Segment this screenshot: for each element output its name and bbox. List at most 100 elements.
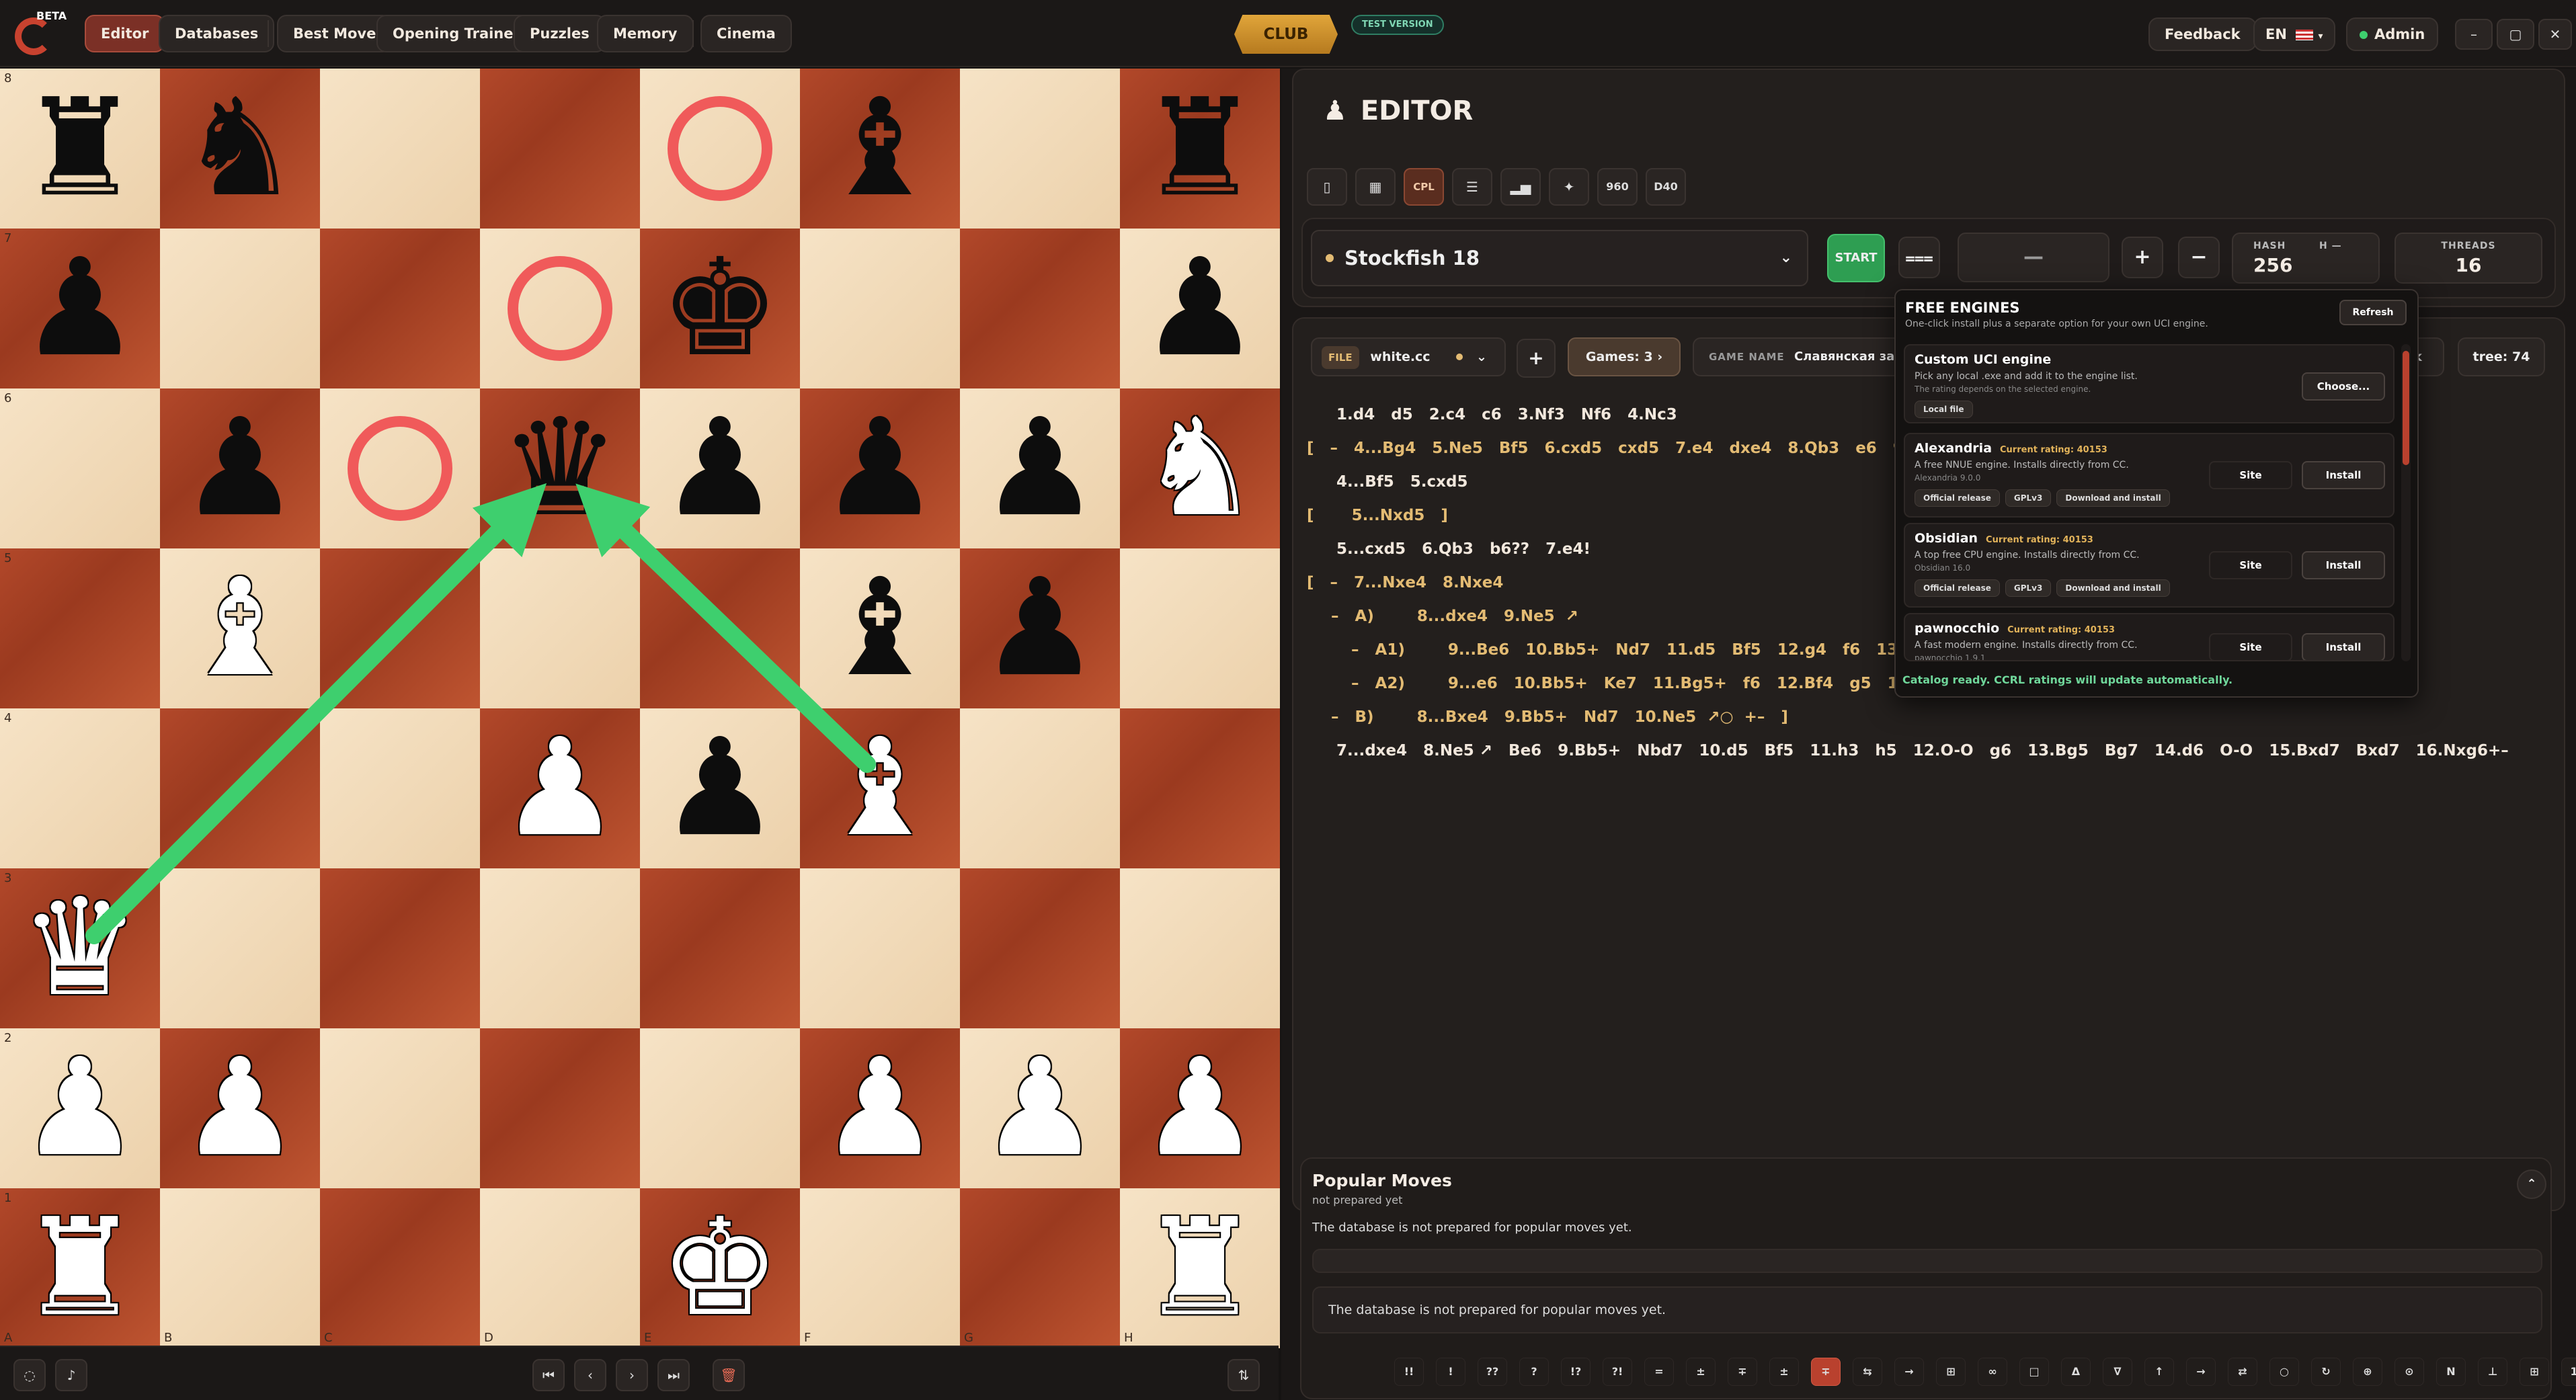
annotation-button[interactable]: ⇆ (1853, 1358, 1882, 1386)
club-button[interactable]: CLUB (1234, 15, 1338, 54)
site-button[interactable]: Site (2209, 551, 2292, 579)
square-e5[interactable] (640, 548, 800, 708)
square-d2[interactable] (480, 1028, 640, 1188)
engine-select[interactable]: Stockfish 18 ⌄ (1311, 230, 1808, 286)
annotation-button[interactable]: ⇄ (2228, 1358, 2257, 1386)
white-rook-icon[interactable]: ♜ (1120, 1188, 1280, 1348)
minimize-button[interactable]: – (2455, 19, 2493, 50)
square-d3[interactable] (480, 868, 640, 1028)
annotation-button[interactable]: ↻ (2311, 1358, 2341, 1386)
annotation-button[interactable]: ⊥ (2478, 1358, 2507, 1386)
square-a6[interactable] (0, 388, 160, 548)
feedback-button[interactable]: Feedback (2148, 17, 2257, 51)
square-g1[interactable] (960, 1188, 1120, 1348)
chart-icon[interactable]: ▂▅ (1500, 168, 1541, 206)
black-rook-icon[interactable]: ♜ (1120, 69, 1280, 229)
annotation-button[interactable]: ↑ (2144, 1358, 2174, 1386)
black-king-icon[interactable]: ♚ (640, 229, 800, 388)
move-line[interactable]: 5...cxd5 6.Qb3 b6?? 7.e4! (1336, 540, 1591, 558)
scrollbar-thumb[interactable] (2403, 351, 2409, 465)
square-c2[interactable] (320, 1028, 480, 1188)
annotation-button[interactable]: ± (1686, 1358, 1716, 1386)
games-button[interactable]: Games: 3 › (1568, 337, 1681, 376)
user-menu[interactable]: Admin (2346, 17, 2439, 51)
black-rook-icon[interactable]: ♜ (0, 69, 160, 229)
white-queen-icon[interactable]: ♛ (0, 868, 160, 1028)
square-b3[interactable] (160, 868, 320, 1028)
prev-move-button[interactable]: ‹ (574, 1359, 606, 1391)
annotation-button[interactable]: ? (1519, 1358, 1549, 1386)
refresh-button[interactable]: Refresh (2339, 300, 2407, 325)
square-e2[interactable] (640, 1028, 800, 1188)
dropdown-scrollbar[interactable] (2401, 344, 2411, 661)
annotation-button[interactable]: = (1644, 1358, 1674, 1386)
nav-editor[interactable]: Editor (85, 15, 165, 52)
trash-icon[interactable]: 🗑 (713, 1359, 745, 1391)
square-e8[interactable] (640, 69, 800, 229)
threads-field[interactable]: THREADS 16 (2394, 233, 2542, 284)
square-f3[interactable] (800, 868, 960, 1028)
add-game-button[interactable]: + (1517, 339, 1556, 378)
white-bishop-icon[interactable]: ♝ (800, 708, 960, 868)
cpl-button[interactable]: CPL (1404, 168, 1444, 206)
square-c4[interactable] (320, 708, 480, 868)
black-queen-icon[interactable]: ♛ (480, 388, 640, 548)
white-pawn-icon[interactable]: ♟ (800, 1028, 960, 1188)
plus-icon[interactable]: + (2122, 237, 2163, 278)
square-h4[interactable] (1120, 708, 1280, 868)
square-b4[interactable] (160, 708, 320, 868)
list-icon[interactable]: ☰ (1452, 168, 1492, 206)
annotation-button[interactable]: → (2186, 1358, 2216, 1386)
hash-field[interactable]: HASH H — 256 (2232, 233, 2380, 284)
square-b1[interactable] (160, 1188, 320, 1348)
white-pawn-icon[interactable]: ♟ (0, 1028, 160, 1188)
language-select[interactable]: EN ▾ (2253, 17, 2335, 51)
flip-board-icon[interactable]: ⇅ (1227, 1359, 1260, 1391)
square-d7[interactable] (480, 229, 640, 388)
nav-memory[interactable]: Memory (597, 15, 694, 52)
annotation-button[interactable]: ⊙ (2394, 1358, 2424, 1386)
maximize-button[interactable]: ▢ (2497, 19, 2534, 50)
new-document-icon[interactable]: ▯ (1307, 168, 1347, 206)
square-c6[interactable] (320, 388, 480, 548)
square-d1[interactable] (480, 1188, 640, 1348)
square-a4[interactable] (0, 708, 160, 868)
annotation-button[interactable]: ∇ (2103, 1358, 2132, 1386)
black-pawn-icon[interactable]: ♟ (0, 229, 160, 388)
tree-button[interactable]: tree: 74 (2458, 337, 2545, 376)
square-h5[interactable] (1120, 548, 1280, 708)
white-rook-icon[interactable]: ♜ (0, 1188, 160, 1348)
square-c3[interactable] (320, 868, 480, 1028)
square-e3[interactable] (640, 868, 800, 1028)
grid-icon[interactable]: ▦ (1355, 168, 1396, 206)
square-c5[interactable] (320, 548, 480, 708)
black-knight-icon[interactable]: ♞ (160, 69, 320, 229)
nav-databases[interactable]: Databases (159, 15, 275, 52)
annotation-button[interactable]: ⊞ (1936, 1358, 1966, 1386)
annotation-button[interactable]: ⊕ (2353, 1358, 2382, 1386)
square-f7[interactable] (800, 229, 960, 388)
black-pawn-icon[interactable]: ♟ (800, 388, 960, 548)
square-g7[interactable] (960, 229, 1120, 388)
annotation-button[interactable]: ⊞ (2520, 1358, 2549, 1386)
start-engine-button[interactable]: START (1827, 234, 1885, 282)
annotation-button[interactable]: ∞ (1978, 1358, 2007, 1386)
square-g4[interactable] (960, 708, 1120, 868)
move-line[interactable]: 7...dxe4 8.Ne5 ↗ Be6 9.Bb5+ Nbd7 10.d5 B… (1336, 742, 2509, 759)
annotation-button[interactable]: ○ (2269, 1358, 2299, 1386)
black-pawn-icon[interactable]: ♟ (1120, 229, 1280, 388)
white-knight-icon[interactable]: ♞ (1120, 388, 1280, 548)
nav-opening-trainer[interactable]: Opening Trainer (376, 15, 536, 52)
square-g8[interactable] (960, 69, 1120, 229)
chess-board[interactable]: ♜ ♞ ♝ ♜ 8 ♟ ♚ ♟ 7 ♟ ♛ ♟ ♟ ♟ ♞ 6 ♝ ♝ ♟ 5 ♟ ♟ ♝ 4 ♛ 3 ♟ ♟ ♟ ♟ ♟ 2 ♜ ♚ ♜ 1 A B C D… (0, 69, 1280, 1348)
square-b7[interactable] (160, 229, 320, 388)
install-button[interactable]: Install (2302, 633, 2385, 660)
square-c8[interactable] (320, 69, 480, 229)
annotation-button[interactable]: 1-0 (2561, 1358, 2576, 1386)
annotation-button[interactable]: !? (1561, 1358, 1591, 1386)
black-pawn-icon[interactable]: ♟ (640, 708, 800, 868)
file-selector[interactable]: FILE white.cc ⌄ (1311, 337, 1506, 376)
site-button[interactable]: Site (2209, 461, 2292, 489)
white-pawn-icon[interactable]: ♟ (1120, 1028, 1280, 1188)
square-f1[interactable] (800, 1188, 960, 1348)
